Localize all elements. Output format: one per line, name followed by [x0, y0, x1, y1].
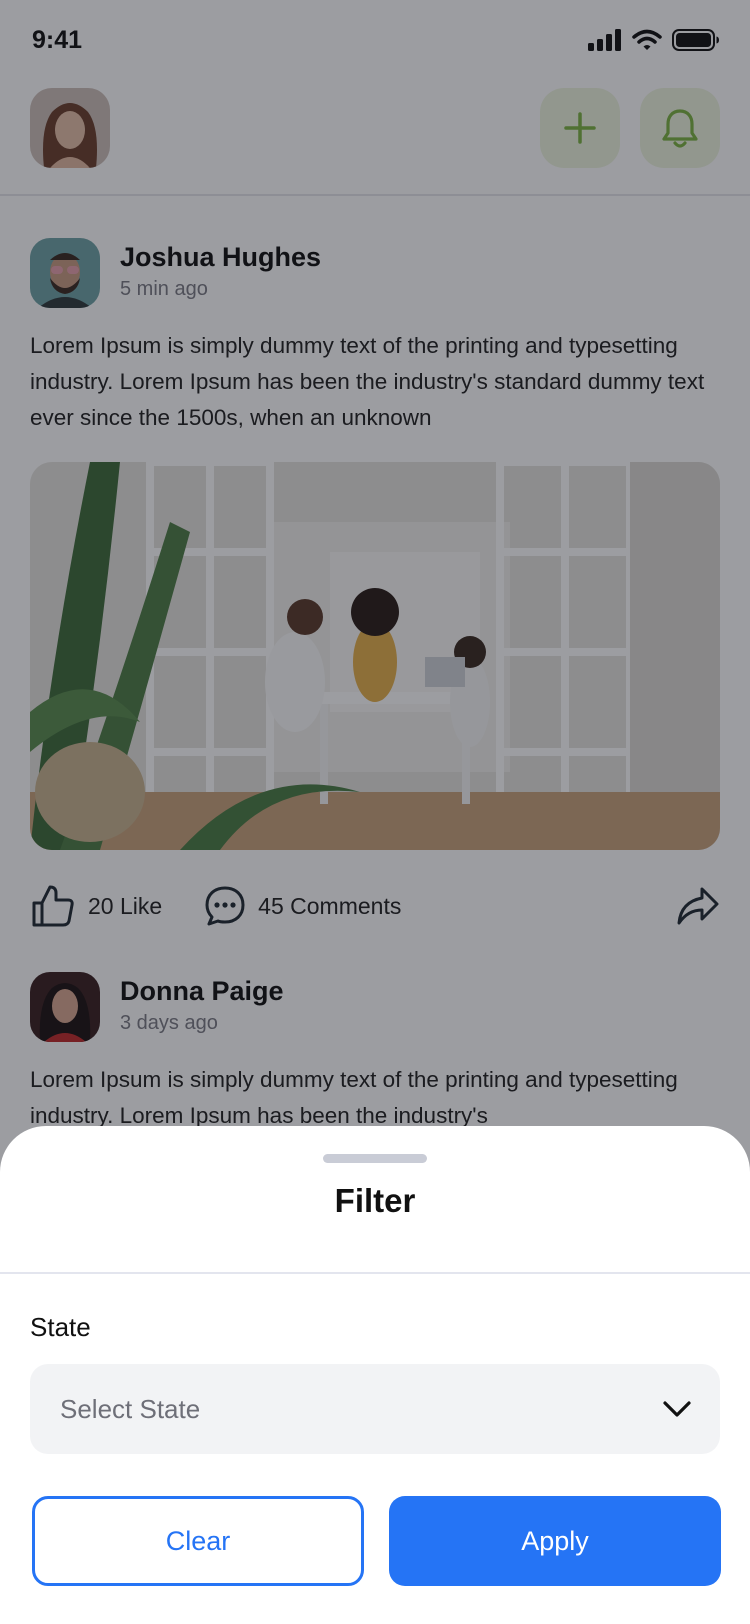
- filter-sheet: Filter State Select State Clear Apply: [0, 1126, 750, 1624]
- apply-button[interactable]: Apply: [389, 1496, 721, 1586]
- sheet-title: Filter: [334, 1182, 416, 1219]
- divider: [0, 1272, 750, 1274]
- clear-button[interactable]: Clear: [32, 1496, 364, 1586]
- state-select[interactable]: Select State: [30, 1364, 720, 1454]
- state-label: State: [30, 1312, 91, 1342]
- chevron-down-icon: [663, 1401, 691, 1417]
- state-select-value: Select State: [60, 1393, 201, 1424]
- sheet-drag-handle[interactable]: [323, 1154, 427, 1163]
